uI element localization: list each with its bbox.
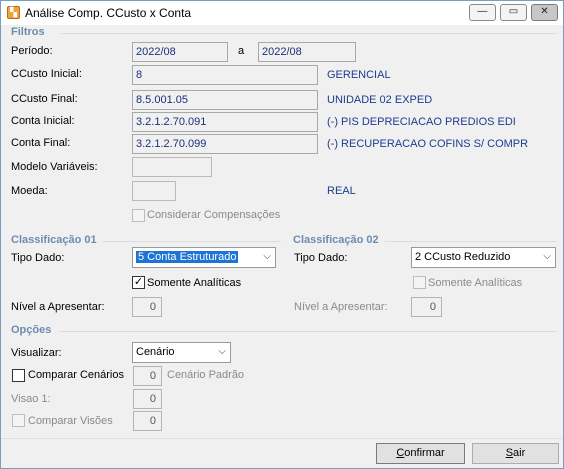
tipo-dado-select-01[interactable]: 5 Conta Estruturado ⌵ (132, 247, 276, 268)
somente-analiticas-label-02: Somente Analíticas (428, 277, 523, 289)
ccusto-inicial-desc: GERENCIAL (327, 69, 391, 81)
comparar-cenarios-field[interactable]: 0 (133, 366, 162, 386)
divider (59, 331, 557, 332)
visao1-label: Visao 1: (11, 393, 51, 405)
divider (61, 33, 557, 34)
section-opcoes: Opções (11, 324, 52, 336)
visualizar-label: Visualizar: (11, 347, 62, 359)
somente-analiticas-label-01: Somente Analíticas (147, 277, 242, 289)
minimize-button[interactable]: — (469, 4, 496, 21)
divider (103, 241, 281, 242)
sair-button[interactable]: Sair (472, 443, 559, 464)
ccusto-final-label: CCusto Final: (11, 93, 78, 105)
modelo-variaveis-label: Modelo Variáveis: (11, 161, 98, 173)
periodo-final-field[interactable]: 2022/08 (258, 42, 356, 62)
somente-analiticas-checkbox-02[interactable] (413, 276, 426, 289)
nivel-apresentar-field-02[interactable]: 0 (411, 297, 442, 317)
section-classificacao-02: Classificação 02 (293, 234, 379, 246)
maximize-icon: ▭ (508, 6, 519, 17)
visualizar-select[interactable]: Cenário ⌵ (132, 342, 231, 363)
nivel-apresentar-label-02: Nível a Apresentar: (294, 301, 388, 313)
conta-inicial-desc: (-) PIS DEPRECIACAO PREDIOS EDI (327, 116, 516, 128)
chevron-down-icon: ⌵ (543, 251, 551, 262)
tipo-dado-select-02[interactable]: 2 CCusto Reduzido ⌵ (411, 247, 556, 268)
tipo-dado-label-02: Tipo Dado: (294, 252, 348, 264)
title-bar: ▚ Análise Comp. CCusto x Conta — ▭ ✕ (1, 1, 563, 25)
conta-final-desc: (-) RECUPERACAO COFINS S/ COMPR (327, 138, 529, 150)
ccusto-inicial-field[interactable]: 8 (132, 65, 318, 85)
considerar-compensacoes-label: Considerar Compensações (147, 209, 281, 221)
considerar-compensacoes-checkbox[interactable] (132, 209, 145, 222)
maximize-button[interactable]: ▭ (500, 4, 527, 21)
comparar-cenarios-checkbox[interactable] (12, 369, 25, 382)
tipo-dado-value-02: 2 CCusto Reduzido (415, 251, 511, 263)
conta-final-label: Conta Final: (11, 137, 71, 149)
periodo-a-label: a (238, 45, 245, 57)
moeda-field[interactable] (132, 181, 176, 201)
somente-analiticas-checkbox-01[interactable]: ✓ (132, 276, 145, 289)
moeda-desc: REAL (327, 185, 356, 197)
confirmar-button[interactable]: Confirmar (376, 443, 465, 464)
window-title: Análise Comp. CCusto x Conta (25, 6, 192, 20)
sair-label: air (513, 447, 526, 459)
moeda-label: Moeda: (11, 185, 48, 197)
app-icon: ▚ (7, 6, 20, 19)
confirmar-label: onfirmar (404, 447, 445, 459)
periodo-inicial-field[interactable]: 2022/08 (132, 42, 228, 62)
tipo-dado-label-01: Tipo Dado: (11, 252, 65, 264)
comparar-visoes-checkbox[interactable] (12, 414, 25, 427)
visao1-field[interactable]: 0 (133, 389, 162, 409)
nivel-apresentar-field-01[interactable]: 0 (132, 297, 162, 317)
divider (1, 438, 563, 439)
section-filtros: Filtros (11, 26, 45, 38)
comparar-cenarios-label: Comparar Cenários (28, 369, 124, 381)
sair-mnemonic: S (505, 447, 514, 459)
nivel-apresentar-label-01: Nível a Apresentar: (11, 301, 105, 313)
periodo-label: Período: (11, 45, 53, 57)
cenario-padrao-label: Cenário Padrão (167, 369, 245, 381)
tipo-dado-value-01: 5 Conta Estruturado (136, 251, 239, 263)
chevron-down-icon: ⌵ (218, 346, 226, 357)
section-classificacao-01: Classificação 01 (11, 234, 97, 246)
visualizar-value: Cenário (136, 346, 175, 358)
comparar-visoes-field[interactable]: 0 (133, 411, 162, 431)
comparar-visoes-label: Comparar Visões (28, 415, 113, 427)
ccusto-final-desc: UNIDADE 02 EXPED (327, 94, 433, 106)
minimize-icon: — (477, 6, 488, 17)
modelo-variaveis-field[interactable] (132, 157, 212, 177)
ccusto-inicial-label: CCusto Inicial: (11, 68, 82, 80)
close-icon: ✕ (540, 6, 549, 17)
ccusto-final-field[interactable]: 8.5.001.05 (132, 90, 318, 110)
chevron-down-icon: ⌵ (263, 251, 271, 262)
conta-final-field[interactable]: 3.2.1.2.70.099 (132, 134, 318, 154)
divider (385, 241, 557, 242)
dialog-window: ▚ Análise Comp. CCusto x Conta — ▭ ✕ Fil… (0, 0, 564, 469)
conta-inicial-label: Conta Inicial: (11, 115, 75, 127)
conta-inicial-field[interactable]: 3.2.1.2.70.091 (132, 112, 318, 132)
close-button[interactable]: ✕ (531, 4, 558, 21)
